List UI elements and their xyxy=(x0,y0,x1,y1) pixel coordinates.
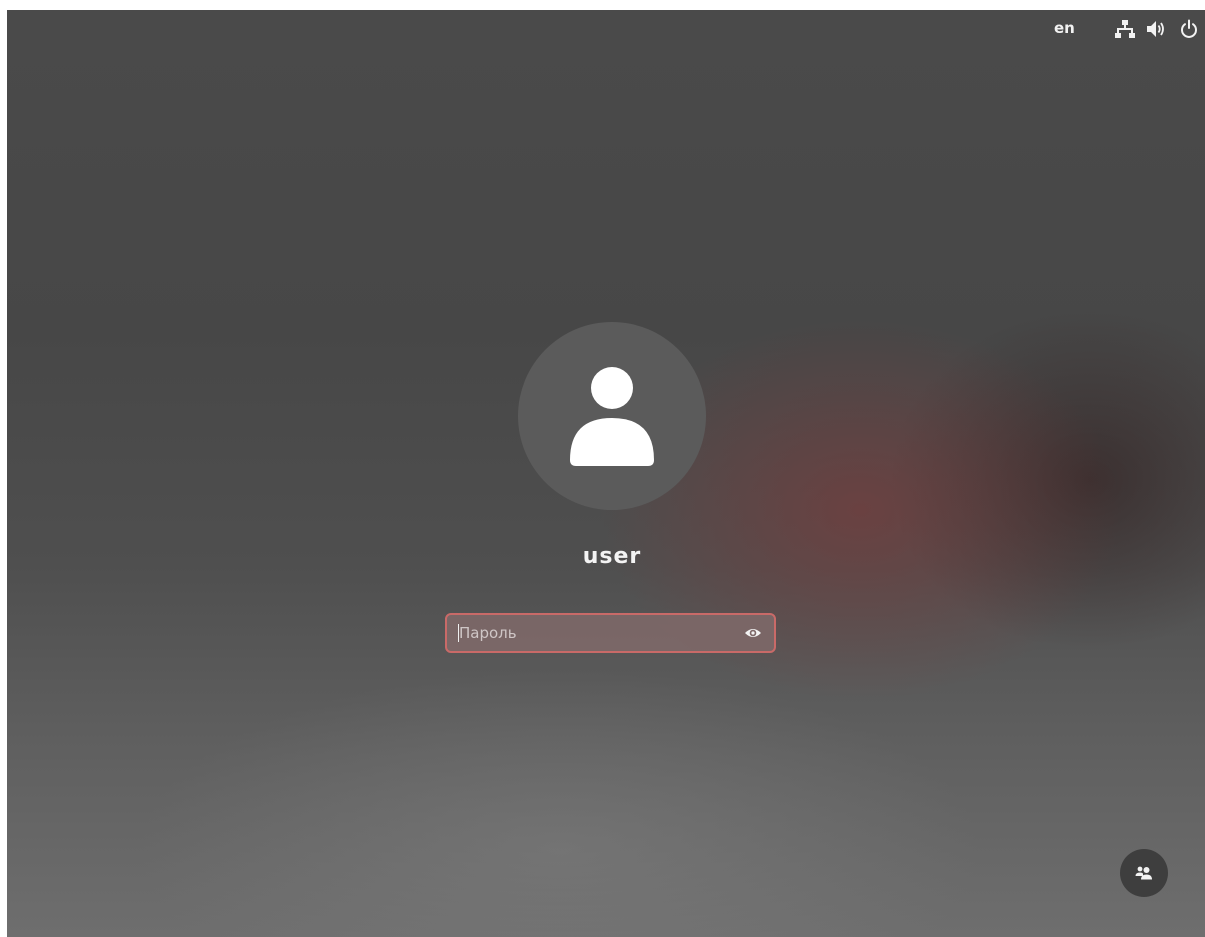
volume-icon[interactable] xyxy=(1146,19,1166,39)
password-input[interactable] xyxy=(459,619,729,647)
login-screen: en user xyxy=(0,10,1205,937)
username-label: user xyxy=(582,544,642,569)
eye-icon[interactable] xyxy=(744,624,762,642)
keyboard-layout-indicator[interactable]: en xyxy=(1054,19,1075,37)
switch-user-button[interactable] xyxy=(1120,849,1168,897)
network-wired-icon[interactable] xyxy=(1115,19,1135,39)
power-icon[interactable] xyxy=(1179,19,1199,39)
top-bar: en xyxy=(0,10,1205,46)
users-icon xyxy=(1135,866,1152,880)
user-avatar[interactable] xyxy=(518,322,706,510)
password-field[interactable] xyxy=(445,613,776,653)
user-avatar-icon xyxy=(570,367,654,466)
screen-edge xyxy=(0,10,7,937)
